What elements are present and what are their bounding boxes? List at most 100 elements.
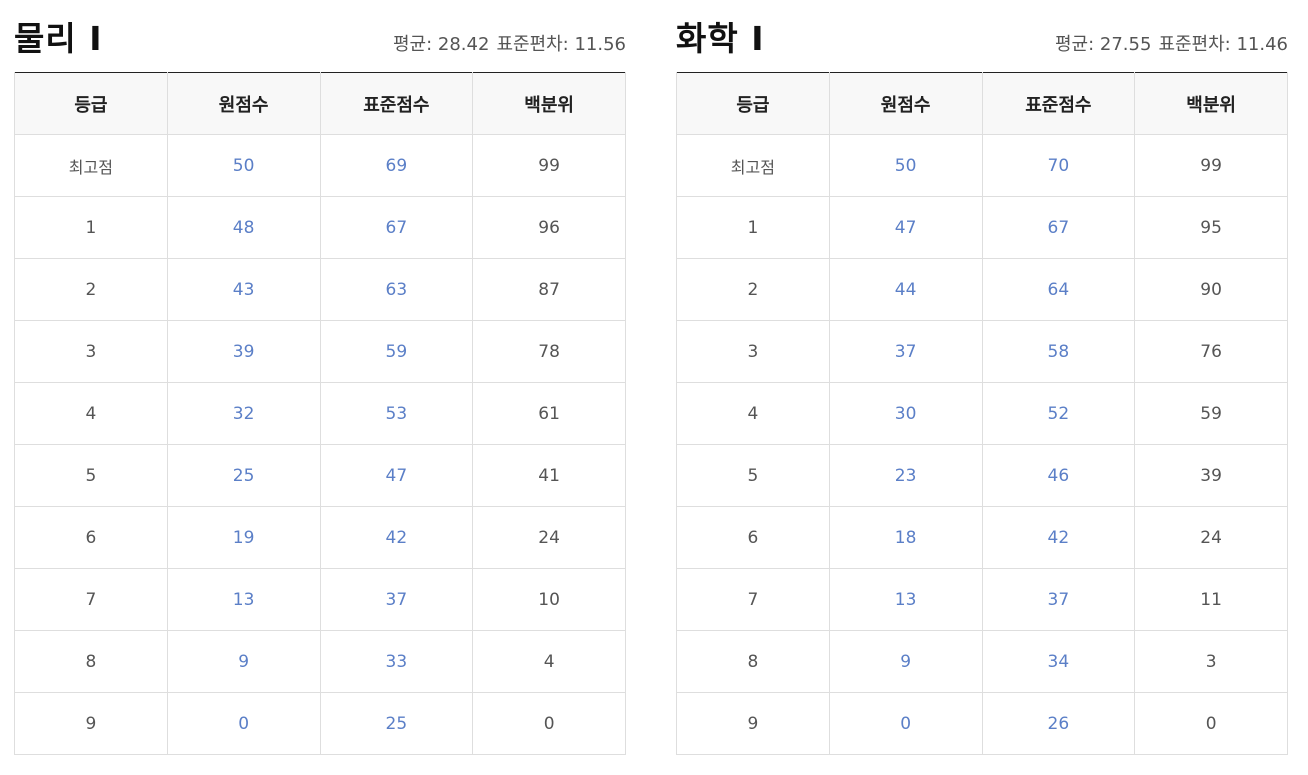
raw-score-cell[interactable]: 13 — [166, 568, 321, 631]
grade-cell: 4 — [676, 382, 830, 445]
percentile-cell: 11 — [1134, 568, 1288, 631]
standard-score-cell[interactable]: 42 — [981, 506, 1136, 569]
grade-cell: 7 — [14, 568, 168, 631]
grade-cell: 5 — [14, 444, 168, 507]
raw-score-cell[interactable]: 0 — [828, 692, 983, 755]
column-header-grade: 등급 — [14, 72, 168, 135]
table-row: 8 9 34 3 — [676, 630, 1288, 693]
percentile-cell: 4 — [472, 630, 626, 693]
standard-score-cell[interactable]: 63 — [319, 258, 474, 321]
table-row: 7 13 37 10 — [14, 568, 626, 631]
raw-score-cell[interactable]: 18 — [828, 506, 983, 569]
grade-cell: 3 — [676, 320, 830, 383]
grade-cell: 9 — [14, 692, 168, 755]
raw-score-cell[interactable]: 44 — [828, 258, 983, 321]
raw-score-cell[interactable]: 43 — [166, 258, 321, 321]
subject-title: 물리 Ⅰ — [14, 19, 103, 58]
standard-score-cell[interactable]: 42 — [319, 506, 474, 569]
subject-title: 화학 Ⅰ — [676, 19, 765, 58]
sd-stat: 표준편차: 11.46 — [1158, 34, 1288, 55]
standard-score-cell[interactable]: 52 — [981, 382, 1136, 445]
raw-score-cell[interactable]: 50 — [828, 134, 983, 197]
column-header-percentile: 백분위 — [1134, 72, 1288, 135]
grade-cell: 9 — [676, 692, 830, 755]
standard-score-cell[interactable]: 67 — [981, 196, 1136, 259]
percentile-cell: 59 — [1134, 382, 1288, 445]
raw-score-cell[interactable]: 32 — [166, 382, 321, 445]
percentile-cell: 96 — [472, 196, 626, 259]
percentile-cell: 24 — [472, 506, 626, 569]
standard-score-cell[interactable]: 53 — [319, 382, 474, 445]
standard-score-cell[interactable]: 25 — [319, 692, 474, 755]
grade-cell: 4 — [14, 382, 168, 445]
table-row: 2 43 63 87 — [14, 258, 626, 321]
percentile-cell: 99 — [1134, 134, 1288, 197]
percentile-cell: 95 — [1134, 196, 1288, 259]
grade-cell: 5 — [676, 444, 830, 507]
grade-cell: 8 — [676, 630, 830, 693]
standard-score-cell[interactable]: 70 — [981, 134, 1136, 197]
grade-cell: 최고점 — [14, 134, 168, 197]
raw-score-cell[interactable]: 25 — [166, 444, 321, 507]
percentile-cell: 61 — [472, 382, 626, 445]
raw-score-cell[interactable]: 0 — [166, 692, 321, 755]
raw-score-cell[interactable]: 9 — [828, 630, 983, 693]
raw-score-cell[interactable]: 48 — [166, 196, 321, 259]
grade-cell: 8 — [14, 630, 168, 693]
raw-score-cell[interactable]: 9 — [166, 630, 321, 693]
percentile-cell: 78 — [472, 320, 626, 383]
table-row: 4 30 52 59 — [676, 382, 1288, 445]
standard-score-cell[interactable]: 34 — [981, 630, 1136, 693]
chemistry-panel: 화학 Ⅰ 평균: 27.55 표준편차: 11.46 등급 원점수 표준점수 백분… — [676, 0, 1288, 755]
table-header-row: 등급 원점수 표준점수 백분위 — [676, 72, 1288, 135]
percentile-cell: 0 — [1134, 692, 1288, 755]
table-row: 최고점 50 70 99 — [676, 134, 1288, 197]
standard-score-cell[interactable]: 69 — [319, 134, 474, 197]
raw-score-cell[interactable]: 39 — [166, 320, 321, 383]
raw-score-cell[interactable]: 47 — [828, 196, 983, 259]
table-row: 9 0 26 0 — [676, 692, 1288, 755]
raw-score-cell[interactable]: 19 — [166, 506, 321, 569]
stats-summary: 평균: 28.42 표준편차: 11.56 — [393, 30, 626, 56]
percentile-cell: 87 — [472, 258, 626, 321]
grade-cell: 2 — [676, 258, 830, 321]
table-row: 5 25 47 41 — [14, 444, 626, 507]
grade-cell: 1 — [676, 196, 830, 259]
column-header-standard-score: 표준점수 — [981, 72, 1136, 135]
standard-score-cell[interactable]: 33 — [319, 630, 474, 693]
percentile-cell: 39 — [1134, 444, 1288, 507]
table-row: 5 23 46 39 — [676, 444, 1288, 507]
percentile-cell: 0 — [472, 692, 626, 755]
table-row: 4 32 53 61 — [14, 382, 626, 445]
stats-summary: 평균: 27.55 표준편차: 11.46 — [1055, 30, 1288, 56]
column-header-raw-score: 원점수 — [166, 72, 321, 135]
grade-cell: 3 — [14, 320, 168, 383]
raw-score-cell[interactable]: 37 — [828, 320, 983, 383]
mean-stat: 평균: 27.55 — [1055, 34, 1152, 55]
percentile-cell: 90 — [1134, 258, 1288, 321]
standard-score-cell[interactable]: 47 — [319, 444, 474, 507]
panel-header: 화학 Ⅰ 평균: 27.55 표준편차: 11.46 — [676, 0, 1288, 72]
standard-score-cell[interactable]: 64 — [981, 258, 1136, 321]
grade-cell: 7 — [676, 568, 830, 631]
standard-score-cell[interactable]: 26 — [981, 692, 1136, 755]
raw-score-cell[interactable]: 50 — [166, 134, 321, 197]
standard-score-cell[interactable]: 59 — [319, 320, 474, 383]
table-row: 3 39 59 78 — [14, 320, 626, 383]
percentile-cell: 3 — [1134, 630, 1288, 693]
column-header-raw-score: 원점수 — [828, 72, 983, 135]
raw-score-cell[interactable]: 23 — [828, 444, 983, 507]
standard-score-cell[interactable]: 67 — [319, 196, 474, 259]
raw-score-cell[interactable]: 30 — [828, 382, 983, 445]
table-row: 2 44 64 90 — [676, 258, 1288, 321]
standard-score-cell[interactable]: 37 — [319, 568, 474, 631]
standard-score-cell[interactable]: 46 — [981, 444, 1136, 507]
table-row: 1 48 67 96 — [14, 196, 626, 259]
raw-score-cell[interactable]: 13 — [828, 568, 983, 631]
standard-score-cell[interactable]: 37 — [981, 568, 1136, 631]
standard-score-cell[interactable]: 58 — [981, 320, 1136, 383]
table-row: 6 18 42 24 — [676, 506, 1288, 569]
mean-stat: 평균: 28.42 — [393, 34, 490, 55]
grade-cell: 2 — [14, 258, 168, 321]
percentile-cell: 41 — [472, 444, 626, 507]
